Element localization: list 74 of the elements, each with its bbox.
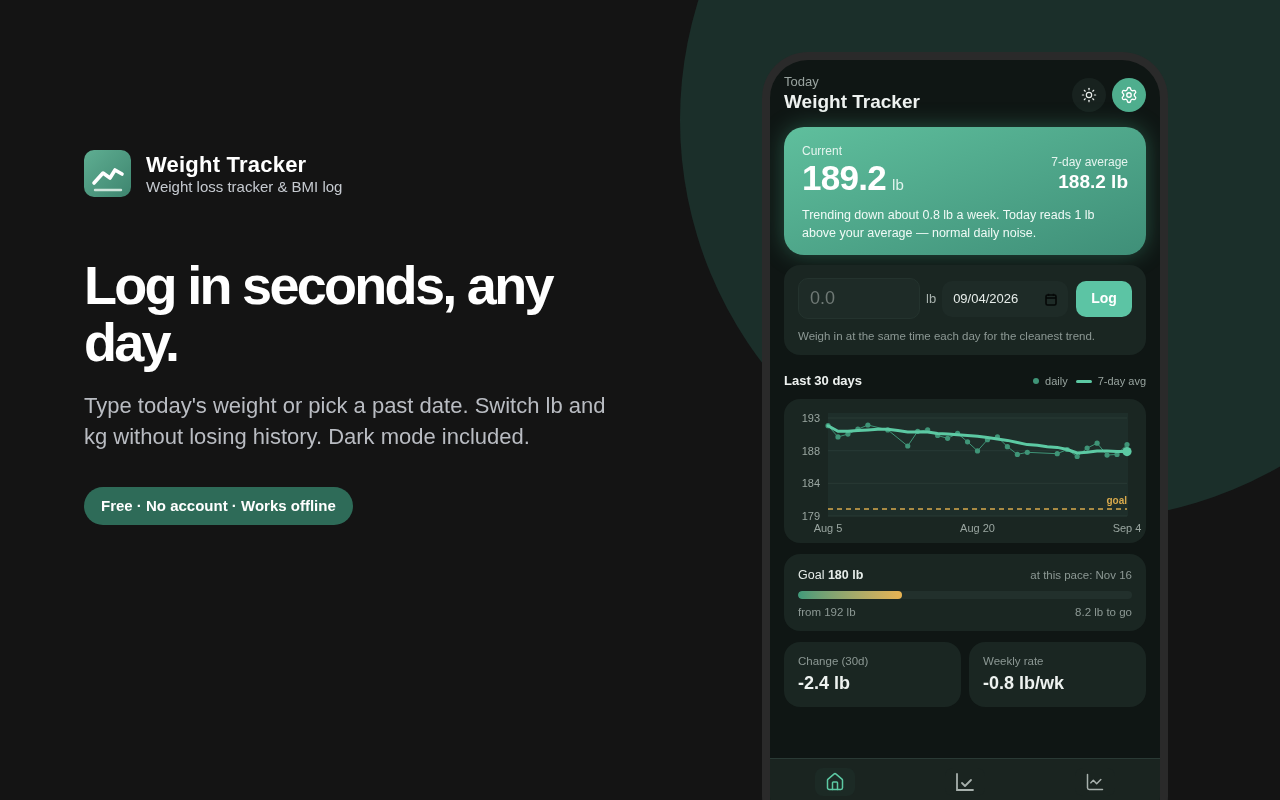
daily-point	[905, 443, 911, 449]
current-weight: 189.2	[802, 159, 887, 196]
goal-label: goal	[1106, 495, 1127, 506]
daily-point	[825, 423, 831, 429]
goal-start: from 192 lb	[798, 605, 856, 620]
chart-title: Last 30 days	[784, 373, 863, 389]
line-chart-icon	[1085, 772, 1105, 792]
home-icon	[825, 772, 845, 792]
current-unit: lb	[892, 176, 904, 194]
daily-point	[865, 422, 871, 428]
daily-point	[964, 439, 971, 445]
current-label: Current	[802, 143, 843, 159]
legend-label: daily	[1045, 374, 1068, 388]
daily-point	[1094, 440, 1100, 446]
chart-check-icon	[955, 772, 975, 792]
daily-point	[1114, 451, 1120, 457]
brand-name: Weight Tracker	[146, 151, 308, 178]
brand-tagline: Weight loss tracker & BMI log	[146, 177, 343, 196]
daily-point	[1084, 445, 1090, 451]
goal-eta: at this pace: Nov 16	[1030, 568, 1132, 583]
x-axis-label: Aug 5	[813, 522, 843, 534]
stat-value: -0.8 lb/wk	[983, 672, 1066, 694]
daily-point	[1004, 444, 1010, 450]
feature-pill: Free · No account · Works offline	[84, 487, 353, 525]
daily-point	[974, 448, 981, 454]
daily-point	[845, 431, 851, 437]
daily-point	[954, 430, 961, 436]
daily-point	[1054, 451, 1060, 457]
x-axis-label: Aug 20	[960, 522, 995, 534]
legend-label: 7-day avg	[1097, 374, 1146, 388]
legend-dot-icon	[1033, 378, 1040, 384]
daily-point	[915, 428, 921, 434]
stat-label: Change (30d)	[798, 654, 870, 669]
daily-point	[1064, 446, 1070, 453]
hero-description: Type today's weight or pick a past date. Switch lb and kg without losing history. Dark mode included.	[84, 392, 607, 451]
date-input[interactable]: 09/04/2026	[942, 280, 1069, 317]
date-caption: Today	[784, 74, 820, 90]
trend-note: Trending down about 0.8 lb a week. Today reads 1 lb above your average — normal daily noise.	[802, 207, 1096, 242]
daily-point	[1124, 442, 1130, 448]
stat-value: -2.4 lb	[798, 672, 851, 694]
chart-line-logo-icon	[84, 150, 131, 197]
theme-toggle-button[interactable]	[1072, 78, 1106, 112]
stat-label: Weekly rate	[983, 654, 1045, 669]
daily-point	[1104, 452, 1110, 458]
goal-label: Goal 180 lb	[798, 567, 864, 583]
settings-button[interactable]	[1112, 78, 1146, 112]
average-label: 7-day average	[1051, 154, 1128, 170]
daily-point	[994, 434, 1001, 440]
weight-input[interactable]: 0.0	[798, 278, 920, 319]
daily-point	[935, 432, 941, 439]
y-axis-label: 184	[801, 477, 820, 490]
y-axis-label: 188	[801, 444, 820, 457]
goal-remaining: 8.2 lb to go	[1075, 605, 1132, 620]
daily-point	[1024, 449, 1030, 455]
y-axis-label: 179	[801, 510, 820, 522]
daily-point	[885, 427, 891, 433]
nav-tab[interactable]	[815, 768, 855, 796]
daily-point	[835, 434, 841, 440]
daily-point	[1014, 451, 1020, 457]
daily-point	[925, 427, 931, 433]
unit-label: lb	[926, 289, 937, 308]
daily-point	[984, 437, 991, 443]
daily-point	[945, 435, 951, 441]
headline: Log in seconds, any day.	[84, 257, 554, 371]
end-point-marker	[1122, 447, 1132, 457]
sun-icon	[1081, 87, 1097, 103]
log-hint: Weigh in at the same time each day for the cleanest trend.	[798, 329, 1097, 344]
y-axis-label: 193	[801, 412, 820, 424]
daily-point	[855, 426, 861, 432]
app-title: Weight Tracker	[784, 90, 920, 114]
average-weight: 188.2 lb	[1058, 170, 1128, 194]
daily-point	[1074, 453, 1080, 460]
settings-icon	[1120, 86, 1138, 104]
x-axis-label: Sep 4	[1112, 522, 1142, 534]
